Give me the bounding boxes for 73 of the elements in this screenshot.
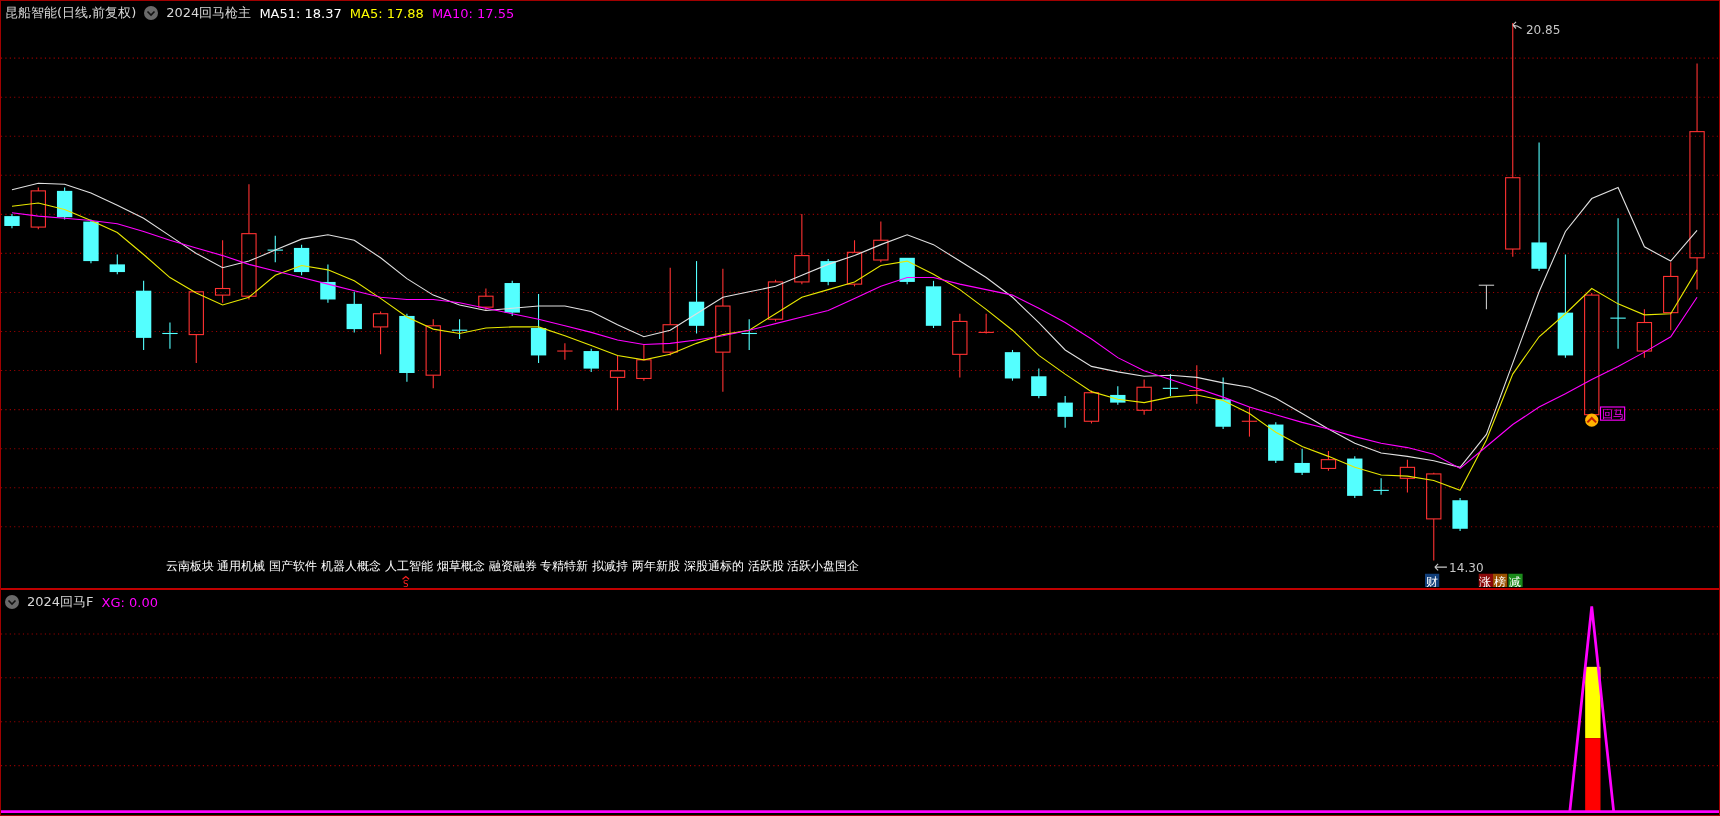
candlestick xyxy=(1031,368,1047,399)
arrow-icon xyxy=(1512,21,1523,30)
caret-icon xyxy=(401,575,410,580)
chevron-down-icon[interactable] xyxy=(5,595,19,609)
ma-reading: MA10: 17.55 xyxy=(431,5,515,21)
candlestick xyxy=(451,318,468,340)
event-badge[interactable]: 减 xyxy=(1508,573,1523,587)
candlestick xyxy=(372,311,389,355)
candlestick xyxy=(1136,379,1152,416)
indicator-name: 2024回马枪主 xyxy=(166,4,252,22)
candlestick xyxy=(161,321,179,350)
indicator-reading: XG: 0.00 xyxy=(101,594,158,610)
candlestick xyxy=(609,354,626,411)
candlestick xyxy=(83,218,99,264)
candlestick xyxy=(1215,376,1231,430)
candlestick xyxy=(1268,421,1284,464)
ma-reading: MA5: 17.88 xyxy=(349,5,424,21)
candlestick xyxy=(1162,373,1179,397)
candlestick xyxy=(1057,395,1073,429)
signal-label: 回马 xyxy=(1599,406,1626,421)
candlestick xyxy=(1399,459,1416,494)
candlestick xyxy=(794,213,810,285)
candlestick xyxy=(636,343,652,382)
candlestick xyxy=(478,287,494,311)
candlestick xyxy=(293,244,310,276)
candlestick xyxy=(30,187,46,230)
candlestick xyxy=(135,280,152,351)
event-badge[interactable]: 涨 xyxy=(1478,573,1493,587)
indicator-name: 2024回马F xyxy=(27,593,94,611)
chevron-down-icon[interactable] xyxy=(144,6,159,20)
candlestick xyxy=(320,263,336,304)
candlestick xyxy=(214,239,231,304)
candlestick xyxy=(1663,261,1679,331)
candlestick xyxy=(504,280,520,317)
candlestick xyxy=(1636,308,1653,359)
ma-reading: MA51: 18.37 xyxy=(259,5,342,21)
candlestick xyxy=(1294,448,1310,476)
candlestick xyxy=(530,293,547,364)
candlestick xyxy=(56,187,73,220)
candlestick xyxy=(1004,349,1021,382)
up-signal-icon xyxy=(1585,413,1599,427)
sell-marker: S xyxy=(403,578,409,587)
candlestick xyxy=(977,313,995,335)
event-badge[interactable]: 财 xyxy=(1425,573,1440,587)
candlestick xyxy=(1372,477,1390,496)
candlestick xyxy=(1241,406,1258,438)
candlestick xyxy=(1320,450,1337,472)
high-price-label: 20.85 xyxy=(1525,23,1561,37)
candlestick xyxy=(873,221,889,263)
candlestick xyxy=(767,279,784,322)
concept-tags: 云南板块 通用机械 国产软件 机器人概念 人工智能 烟草概念 融资融券 专精特新 拟减持 两年新股 深股通标的 活跃股 活跃小盘国企 xyxy=(165,559,860,574)
candlestick xyxy=(346,291,362,333)
stock-title: 昆船智能(日线,前复权) xyxy=(5,4,137,22)
candlestick xyxy=(820,258,836,286)
candlestick xyxy=(846,239,863,287)
candlestick xyxy=(1110,385,1126,406)
candlestick xyxy=(425,318,441,389)
candlestick xyxy=(583,348,599,373)
candlestick xyxy=(1452,497,1468,532)
arrow-icon xyxy=(1434,563,1448,571)
candlestick xyxy=(267,235,284,263)
candlestick xyxy=(399,313,415,383)
candlestick xyxy=(1083,390,1100,424)
candlestick xyxy=(556,342,574,361)
candlestick xyxy=(740,318,758,351)
candlestick xyxy=(1478,284,1495,310)
event-badge[interactable]: 榜 xyxy=(1493,573,1508,587)
low-price-label: 14.30 xyxy=(1449,560,1484,575)
candlestick xyxy=(4,213,20,229)
candlestick xyxy=(1347,455,1363,499)
candlestick xyxy=(109,253,125,275)
candlestick xyxy=(925,280,942,329)
candlestick xyxy=(952,313,968,378)
